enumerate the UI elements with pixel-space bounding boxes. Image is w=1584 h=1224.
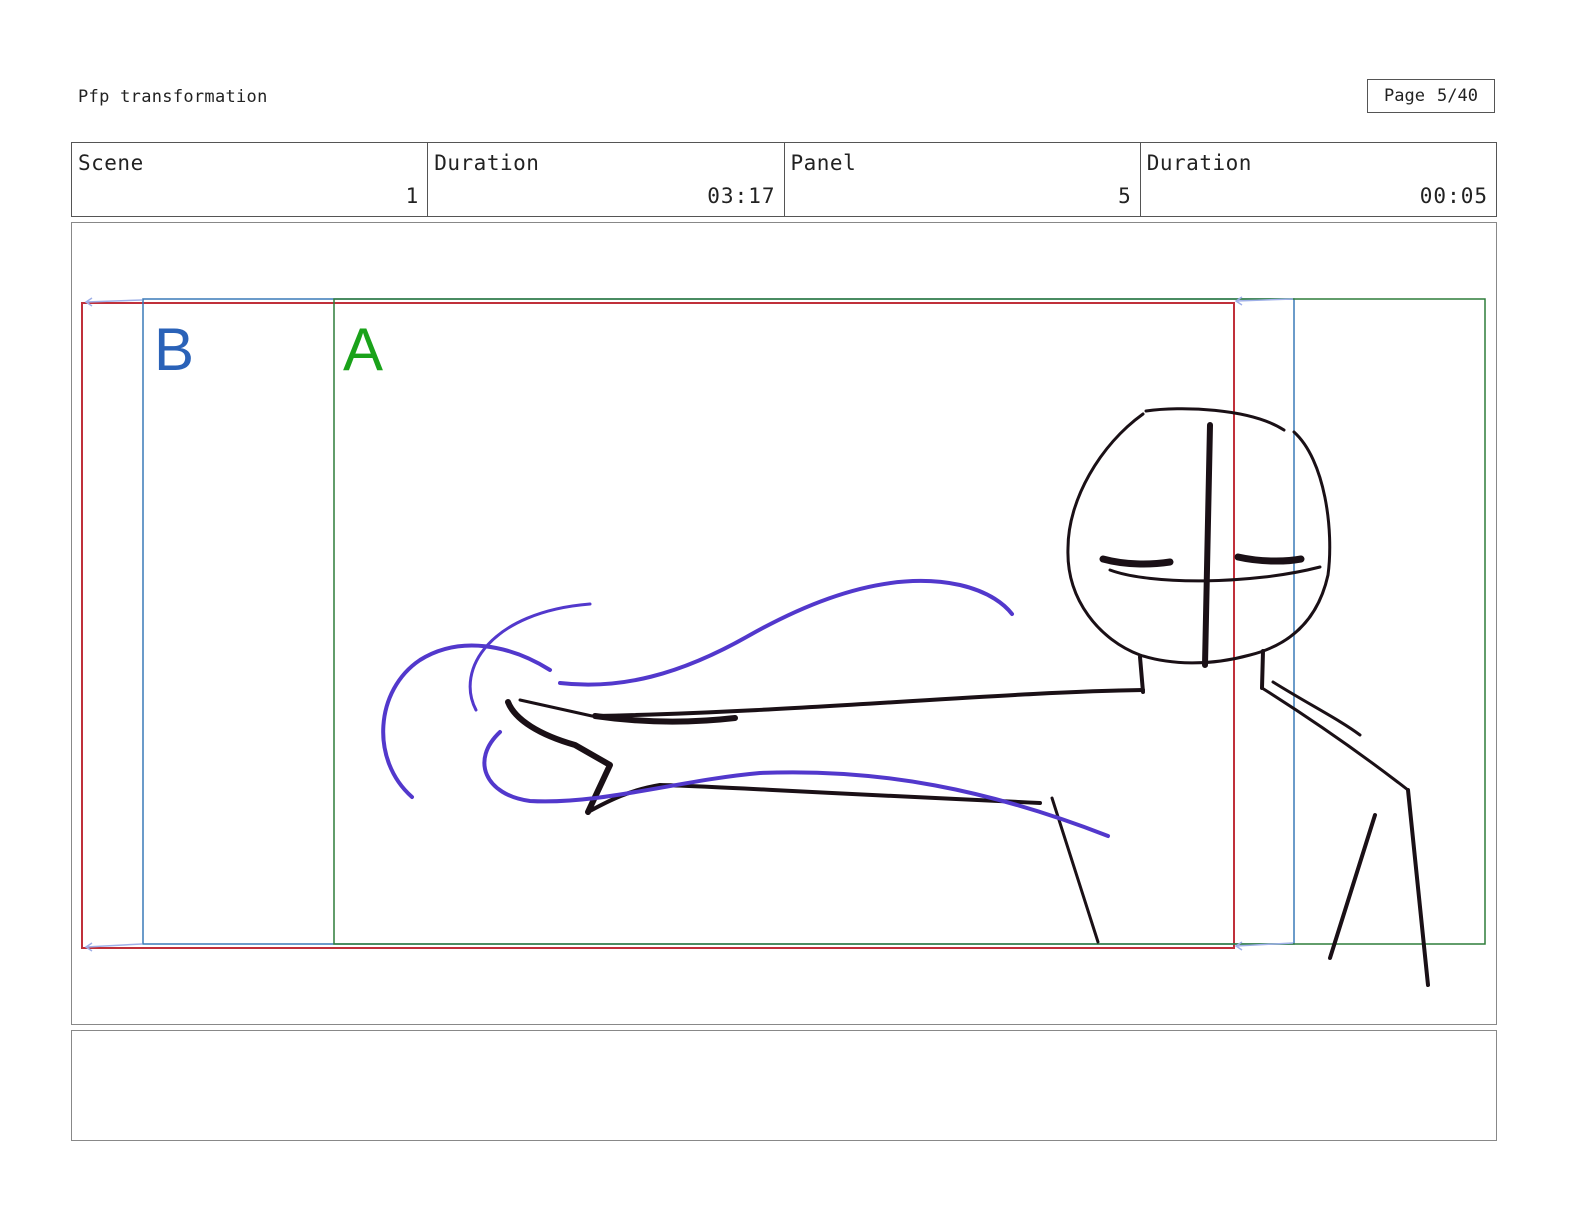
- camera-field-blue: [142, 298, 1295, 945]
- camera-field-green: [333, 298, 1486, 945]
- character-sketch: [505, 407, 1430, 987]
- field-label-b: B: [154, 316, 194, 383]
- camera-move-arrows: [84, 296, 1294, 952]
- field-label-a: A: [343, 316, 383, 383]
- motion-lines: [381, 578, 1110, 838]
- camera-field-red: [81, 302, 1235, 949]
- panel-notes-box: [71, 1030, 1497, 1141]
